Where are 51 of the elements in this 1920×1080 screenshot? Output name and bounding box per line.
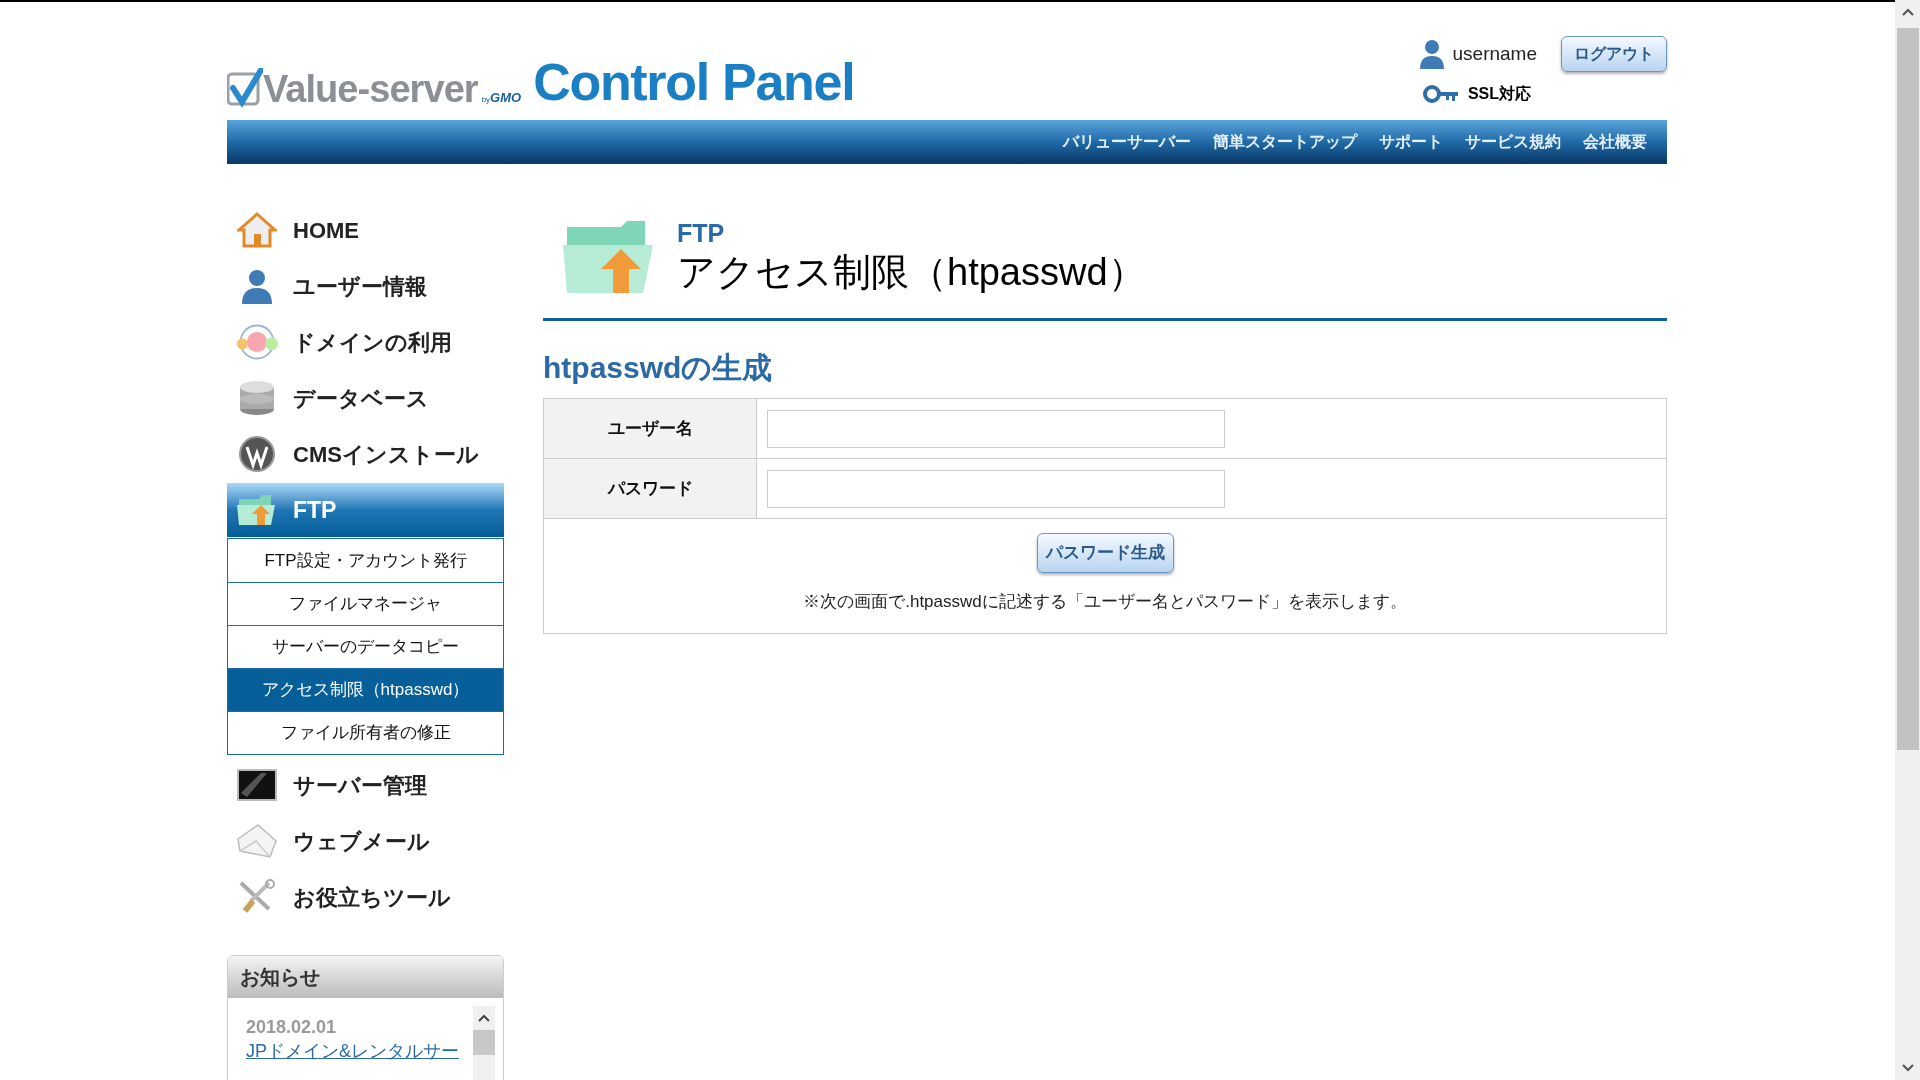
- sidebar-item[interactable]: HOME: [227, 203, 504, 257]
- field-label: パスワード: [544, 459, 757, 518]
- user-icon: [240, 268, 274, 304]
- nav-link[interactable]: バリューサーバー: [1063, 130, 1191, 154]
- wordpress-icon: [238, 435, 276, 473]
- database-icon: [238, 379, 276, 417]
- logo-brand: Value-server: [263, 70, 478, 108]
- section-heading: htpasswdの生成: [543, 350, 774, 386]
- scroll-up-icon[interactable]: [478, 1014, 490, 1022]
- nav-link[interactable]: 簡単スタートアップ: [1213, 130, 1357, 154]
- input-field[interactable]: [767, 409, 1225, 448]
- news-link[interactable]: JPドメイン&レンタルサー: [246, 1040, 473, 1062]
- generate-password-button[interactable]: パスワード生成: [1036, 533, 1174, 573]
- sidebar-item[interactable]: FTP: [227, 483, 504, 537]
- globe-icon: [235, 322, 279, 362]
- page-title: アクセス制限（htpasswd）: [677, 249, 1146, 295]
- sidebar-item[interactable]: データベース: [227, 371, 504, 425]
- input-field[interactable]: [767, 469, 1225, 508]
- logo-product: Control Panel: [533, 56, 855, 108]
- submenu-item[interactable]: アクセス制限（htpasswd）: [228, 668, 503, 711]
- news-title: お知らせ: [228, 956, 503, 998]
- nav-link[interactable]: サポート: [1379, 130, 1443, 154]
- folder-upload-icon: [237, 493, 277, 527]
- note-text: ※次の画面で.htpasswdに記述する「ユーザー名とパスワード」を表示します。: [803, 591, 1407, 613]
- logout-button[interactable]: ログアウト: [1561, 36, 1667, 72]
- scroll-up-icon[interactable]: [1901, 8, 1914, 16]
- logo-gmo: GMO: [490, 88, 522, 107]
- username-text: username: [1452, 41, 1537, 66]
- home-icon: [237, 212, 277, 248]
- field-label: ユーザー名: [544, 399, 757, 458]
- page-scrollbar[interactable]: [1895, 0, 1920, 1080]
- ssl-label: SSL対応: [1467, 84, 1531, 104]
- sidebar-item[interactable]: ユーザー情報: [227, 259, 504, 313]
- section-label: FTP: [677, 217, 726, 249]
- nav-link[interactable]: 会社概要: [1583, 130, 1647, 154]
- monitor-icon: [237, 769, 277, 801]
- news-scrollbar[interactable]: [473, 1006, 495, 1080]
- scroll-down-icon[interactable]: [1901, 1064, 1914, 1072]
- sidebar-item[interactable]: ウェブメール: [227, 814, 504, 868]
- user-icon: [1418, 39, 1445, 69]
- news-date: 2018.02.01: [246, 1016, 338, 1038]
- envelope-icon: [236, 823, 278, 859]
- tools-icon: [237, 879, 277, 915]
- key-icon: [1421, 83, 1460, 105]
- nav-link[interactable]: サービス規約: [1465, 130, 1561, 154]
- logo-byline: by: [481, 95, 491, 106]
- checkmark-icon: [227, 68, 263, 108]
- sidebar-item[interactable]: ドメインの利用: [227, 315, 504, 369]
- sidebar-item[interactable]: サーバー管理: [227, 758, 504, 812]
- sidebar-item[interactable]: CMSインストール: [227, 427, 504, 481]
- sidebar-item[interactable]: お役立ちツール: [227, 870, 504, 924]
